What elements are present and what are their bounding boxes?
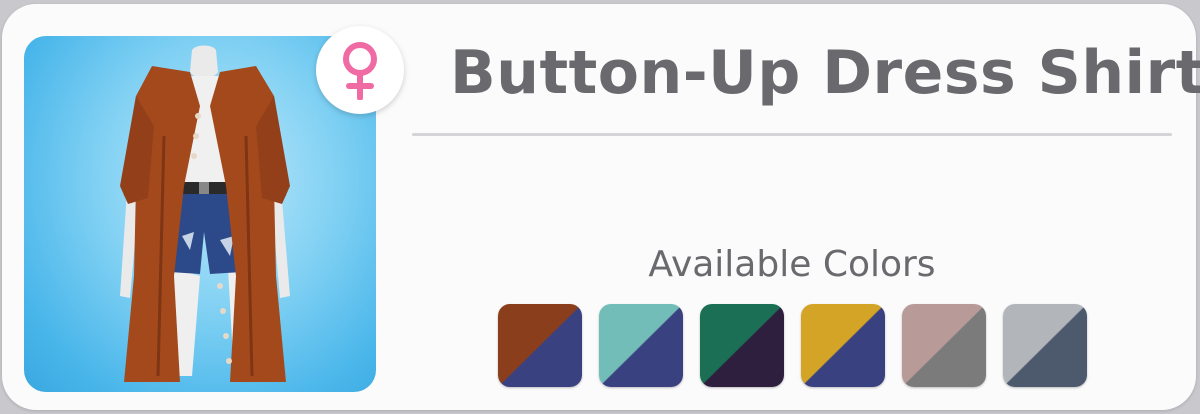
color-swatch[interactable]: [1003, 304, 1087, 387]
title-divider: [412, 133, 1172, 136]
color-swatch[interactable]: [700, 304, 784, 387]
color-swatch[interactable]: [902, 304, 986, 387]
gender-badge: [316, 26, 404, 114]
color-swatch[interactable]: [498, 304, 582, 387]
female-symbol-icon: [343, 42, 377, 100]
item-card[interactable]: Button-Up Dress Shirt Available Colors: [2, 4, 1200, 410]
color-swatch[interactable]: [599, 304, 683, 387]
item-title: Button-Up Dress Shirt: [450, 38, 1200, 108]
color-swatch[interactable]: [801, 304, 885, 387]
color-swatch-list: [498, 304, 1087, 387]
available-colors-label: Available Colors: [648, 244, 936, 285]
